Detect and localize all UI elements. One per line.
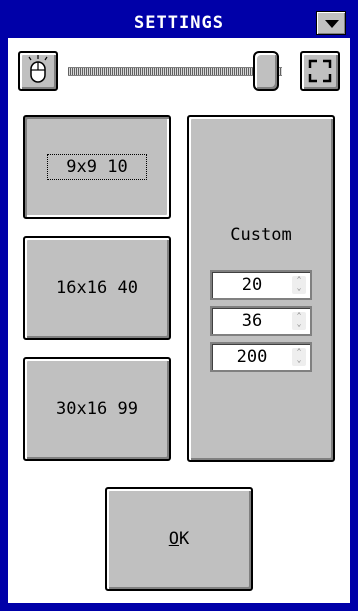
spinner-arrows-icon[interactable]: ⌃ ⌄ (292, 276, 306, 294)
custom-height-value[interactable]: 36 (216, 308, 288, 334)
preset-beginner-button[interactable]: 9x9 10 (23, 115, 171, 219)
preset-intermediate-button[interactable]: 16x16 40 (23, 236, 171, 340)
mouse-icon (28, 55, 48, 83)
preset-label: 9x9 10 (47, 154, 147, 180)
window-menu-button[interactable] (316, 11, 346, 35)
slider-fill (68, 68, 282, 75)
ok-label-rest: K (179, 529, 190, 549)
custom-width-spinner[interactable]: 20 ⌃ ⌄ (210, 270, 312, 300)
preset-expert-button[interactable]: 30x16 99 (23, 357, 171, 461)
spinner-arrows-icon[interactable]: ⌃ ⌄ (292, 312, 306, 330)
preset-label: 16x16 40 (56, 278, 138, 298)
preset-label: 30x16 99 (56, 399, 138, 419)
custom-panel[interactable]: Custom 20 ⌃ ⌄ 36 ⌃ ⌄ 200 ⌃ ⌄ (187, 115, 335, 462)
custom-width-value[interactable]: 20 (216, 272, 288, 298)
slider-track[interactable] (68, 67, 282, 76)
fullscreen-icon (308, 59, 332, 83)
title-bar: SETTINGS (8, 8, 350, 38)
custom-mines-value[interactable]: 200 (216, 344, 288, 370)
fullscreen-button[interactable] (300, 51, 340, 91)
custom-label: Custom (230, 225, 292, 245)
ok-button[interactable]: OK (105, 487, 253, 591)
settings-window: SETTINGS 9x9 10 16x16 40 30x16 99 Custom… (8, 8, 350, 603)
chevron-down-icon (325, 20, 339, 28)
mouse-mode-button[interactable] (18, 51, 58, 91)
spinner-arrows-icon[interactable]: ⌃ ⌄ (292, 348, 306, 366)
slider-thumb[interactable] (253, 51, 279, 91)
ok-label: OK (169, 529, 190, 549)
ok-accelerator: O (168, 529, 179, 549)
custom-mines-spinner[interactable]: 200 ⌃ ⌄ (210, 342, 312, 372)
window-title: SETTINGS (134, 13, 224, 33)
custom-height-spinner[interactable]: 36 ⌃ ⌄ (210, 306, 312, 336)
